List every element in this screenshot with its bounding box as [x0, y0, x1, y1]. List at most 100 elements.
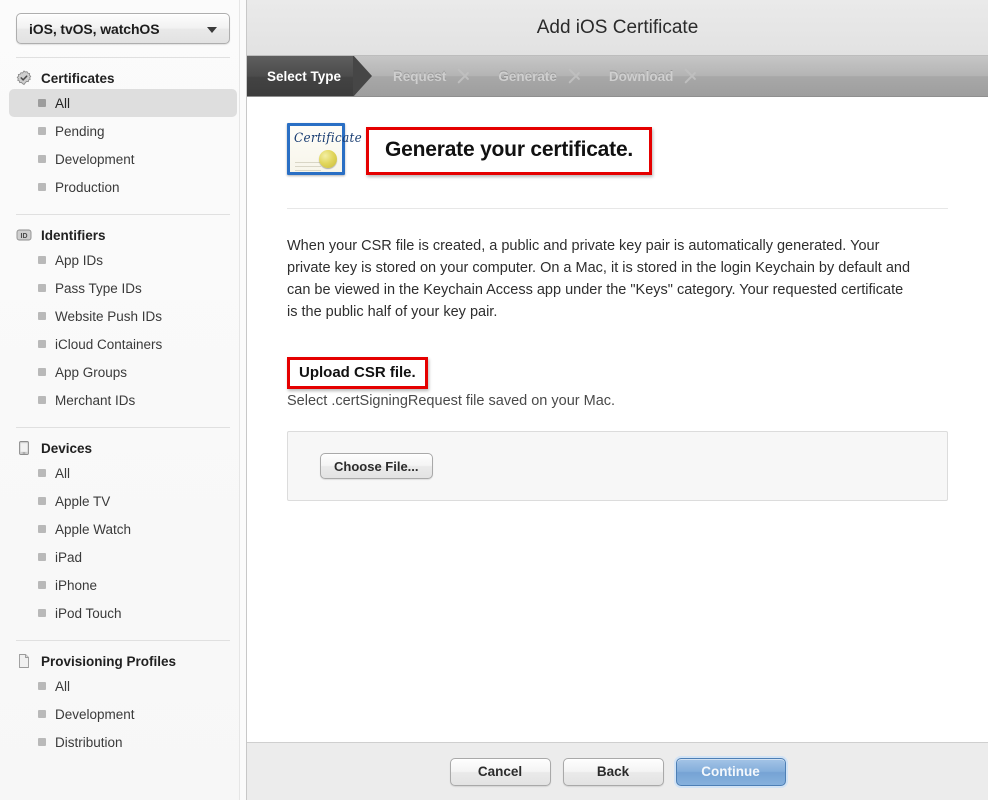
sidebar-item-certificates-production[interactable]: Production: [9, 173, 237, 201]
os-platform-dropdown[interactable]: iOS, tvOS, watchOS: [16, 13, 230, 44]
wizard-stepper: Select Type Request Generate Download: [247, 56, 988, 97]
back-button[interactable]: Back: [562, 757, 664, 786]
sidebar: iOS, tvOS, watchOS Certificates All Pend…: [0, 0, 247, 800]
sidebar-item-label: Pending: [55, 123, 105, 139]
iphone-device-icon: [16, 440, 32, 456]
sidebar-item-app-ids[interactable]: App IDs: [9, 246, 237, 274]
bullet-icon: [38, 256, 46, 264]
sidebar-item-label: iPod Touch: [55, 605, 122, 621]
bullet-icon: [38, 368, 46, 376]
page-title: Add iOS Certificate: [536, 16, 699, 38]
upload-section-title: Upload CSR file.: [299, 364, 416, 381]
bullet-icon: [38, 155, 46, 163]
sidebar-item-apple-watch[interactable]: Apple Watch: [9, 515, 237, 543]
body-copy: When your CSR file is created, a public …: [287, 238, 911, 320]
certificate-seal-icon: [16, 70, 32, 86]
bullet-icon: [38, 99, 46, 107]
sidebar-section-identifiers: ID Identifiers App IDs Pass Type IDs Web…: [0, 215, 246, 414]
add-ios-certificate-window: iOS, tvOS, watchOS Certificates All Pend…: [0, 0, 988, 800]
step-select-type[interactable]: Select Type: [247, 56, 373, 96]
sidebar-header-certificates[interactable]: Certificates: [0, 67, 246, 89]
sidebar-item-merchant-ids[interactable]: Merchant IDs: [9, 386, 237, 414]
sidebar-item-label: Production: [55, 179, 120, 195]
sidebar-item-apple-tv[interactable]: Apple TV: [9, 487, 237, 515]
step-download[interactable]: Download: [587, 56, 704, 96]
sidebar-item-ipod-touch[interactable]: iPod Touch: [9, 599, 237, 627]
sidebar-item-certificates-all[interactable]: All: [9, 89, 237, 117]
sidebar-item-profiles-development[interactable]: Development: [9, 700, 237, 728]
step-request[interactable]: Request: [371, 56, 476, 96]
certificate-icon-script-text: Certificate: [294, 130, 363, 146]
hero-row: Certificate Generate your certificate.: [287, 97, 948, 175]
bullet-icon: [38, 340, 46, 348]
wizard-footer: Cancel Back Continue: [247, 742, 988, 800]
window-titlebar: Add iOS Certificate: [247, 0, 988, 56]
sidebar-section-devices: Devices All Apple TV Apple Watch iPad iP…: [0, 428, 246, 627]
bullet-icon: [38, 312, 46, 320]
bullet-icon: [38, 525, 46, 533]
sidebar-item-label: App IDs: [55, 252, 104, 268]
certificate-icon-seal: [319, 150, 337, 168]
sidebar-header-devices[interactable]: Devices: [0, 437, 246, 459]
main-panel: Add iOS Certificate Select Type Request …: [247, 0, 988, 800]
bullet-icon: [38, 469, 46, 477]
sidebar-item-ipad[interactable]: iPad: [9, 543, 237, 571]
sidebar-item-iphone[interactable]: iPhone: [9, 571, 237, 599]
sidebar-item-label: Apple Watch: [55, 521, 132, 537]
content-divider: [287, 208, 948, 209]
sidebar-item-icloud-containers[interactable]: iCloud Containers: [9, 330, 237, 358]
bullet-icon: [38, 738, 46, 746]
sidebar-item-app-groups[interactable]: App Groups: [9, 358, 237, 386]
chevron-right-icon: [458, 63, 472, 89]
hero-title-highlight-box: Generate your certificate.: [366, 127, 653, 175]
sidebar-header-identifiers[interactable]: ID Identifiers: [0, 224, 246, 246]
upload-section-subtitle: Select .certSigningRequest file saved on…: [287, 393, 616, 409]
sidebar-item-website-push-ids[interactable]: Website Push IDs: [9, 302, 237, 330]
chevron-right-icon: [569, 63, 583, 89]
bullet-icon: [38, 553, 46, 561]
sidebar-item-label: Website Push IDs: [55, 308, 163, 324]
bullet-icon: [38, 609, 46, 617]
sidebar-item-label: iPad: [55, 549, 83, 565]
sidebar-item-label: Pass Type IDs: [55, 280, 142, 296]
chevron-right-icon: [685, 63, 699, 89]
cancel-button[interactable]: Cancel: [449, 757, 551, 786]
certificate-icon-lines: [295, 162, 321, 163]
upload-csr-section: Upload CSR file. Select .certSigningRequ…: [287, 357, 948, 501]
wizard-content: Certificate Generate your certificate. W…: [247, 97, 988, 742]
hero-title: Generate your certificate.: [385, 138, 634, 161]
sidebar-scrollbar[interactable]: [239, 0, 246, 800]
id-badge-icon: ID: [16, 227, 32, 243]
sidebar-item-label: Distribution: [55, 734, 123, 750]
step-generate[interactable]: Generate: [476, 56, 587, 96]
bullet-icon: [38, 497, 46, 505]
bullet-icon: [38, 183, 46, 191]
sidebar-item-label: Development: [55, 151, 135, 167]
sidebar-section-certificates: Certificates All Pending Development Pro…: [0, 58, 246, 201]
upload-title-highlight-box: Upload CSR file.: [287, 357, 428, 389]
sidebar-item-profiles-all[interactable]: All: [9, 672, 237, 700]
os-select-wrapper: iOS, tvOS, watchOS: [0, 0, 246, 44]
sidebar-item-profiles-distribution[interactable]: Distribution: [9, 728, 237, 756]
bullet-icon: [38, 396, 46, 404]
sidebar-item-devices-all[interactable]: All: [9, 459, 237, 487]
sidebar-header-label: Certificates: [41, 70, 115, 86]
sidebar-item-certificates-pending[interactable]: Pending: [9, 117, 237, 145]
bullet-icon: [38, 710, 46, 718]
sidebar-item-label: All: [55, 678, 71, 694]
step-label: Select Type: [267, 69, 342, 84]
choose-file-button[interactable]: Choose File...: [320, 453, 433, 479]
sidebar-header-label: Identifiers: [41, 227, 106, 243]
sidebar-item-label: All: [55, 95, 71, 111]
sidebar-item-label: Merchant IDs: [55, 392, 136, 408]
bullet-icon: [38, 284, 46, 292]
sidebar-item-certificates-development[interactable]: Development: [9, 145, 237, 173]
sidebar-section-provisioning-profiles: Provisioning Profiles All Development Di…: [0, 641, 246, 756]
document-page-icon: [16, 653, 32, 669]
continue-button[interactable]: Continue: [675, 757, 786, 786]
sidebar-item-pass-type-ids[interactable]: Pass Type IDs: [9, 274, 237, 302]
bullet-icon: [38, 682, 46, 690]
sidebar-item-label: iPhone: [55, 577, 98, 593]
sidebar-header-provisioning-profiles[interactable]: Provisioning Profiles: [0, 650, 246, 672]
chevron-down-icon: [207, 26, 217, 33]
